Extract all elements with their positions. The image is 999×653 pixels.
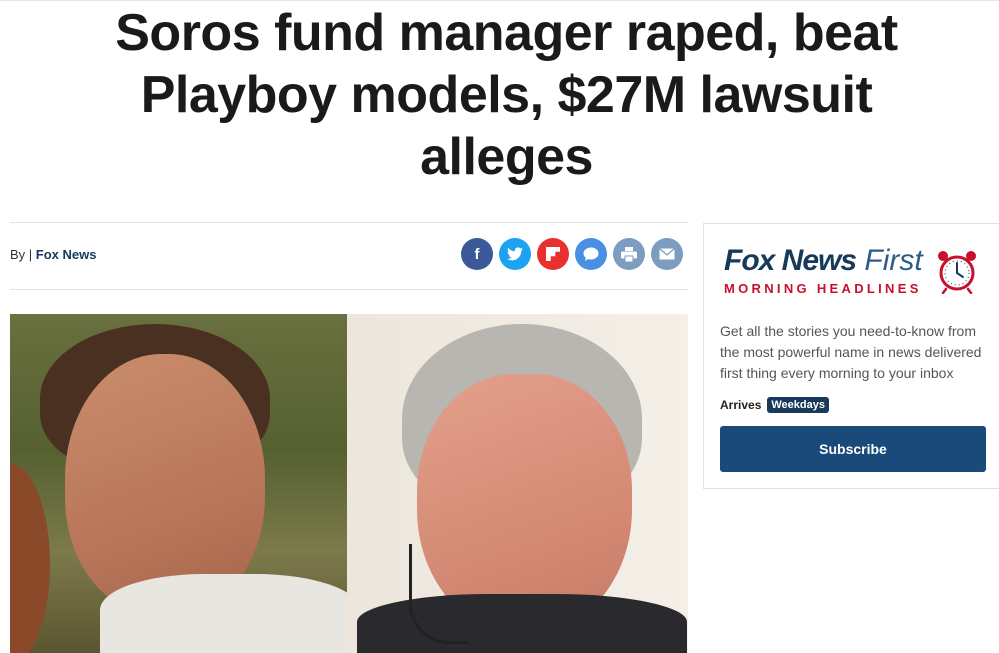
twitter-icon bbox=[507, 247, 523, 261]
byline-prefix: By | bbox=[10, 247, 36, 262]
newsletter-frequency: Arrives Weekdays bbox=[720, 397, 829, 413]
byline-top-divider bbox=[10, 222, 688, 223]
newsletter-signup: Fox News First MORNING HEADLINES Get all… bbox=[703, 223, 999, 489]
byline-bottom-divider bbox=[10, 289, 688, 290]
share-facebook-button[interactable]: f bbox=[461, 238, 493, 270]
share-email-button[interactable] bbox=[651, 238, 683, 270]
byline: By | Fox News bbox=[10, 247, 96, 262]
byline-author-link[interactable]: Fox News bbox=[36, 247, 97, 262]
email-icon bbox=[659, 248, 675, 260]
share-bar: f bbox=[461, 238, 683, 270]
newsletter-title: Fox News First bbox=[724, 244, 923, 278]
frequency-badge: Weekdays bbox=[767, 397, 829, 413]
newsletter-title-bold: Fox News bbox=[724, 244, 857, 277]
hero-photo-left bbox=[10, 314, 360, 653]
comments-button[interactable] bbox=[575, 238, 607, 270]
comment-icon bbox=[583, 247, 599, 261]
facebook-icon: f bbox=[474, 245, 480, 263]
arrives-label: Arrives bbox=[720, 398, 762, 412]
print-button[interactable] bbox=[613, 238, 645, 270]
share-twitter-button[interactable] bbox=[499, 238, 531, 270]
newsletter-subtitle: MORNING HEADLINES bbox=[724, 281, 922, 296]
print-icon bbox=[621, 246, 637, 262]
flipboard-icon bbox=[546, 247, 560, 261]
article-hero-image bbox=[10, 314, 688, 653]
subscribe-button[interactable]: Subscribe bbox=[720, 426, 986, 472]
alarm-clock-icon bbox=[938, 251, 976, 294]
hero-photo-right bbox=[347, 314, 688, 653]
share-flipboard-button[interactable] bbox=[537, 238, 569, 270]
article-headline: Soros fund manager raped, beat Playboy m… bbox=[115, 4, 898, 186]
newsletter-title-light: First bbox=[864, 244, 923, 277]
newsletter-description: Get all the stories you need-to-know fro… bbox=[720, 323, 982, 381]
